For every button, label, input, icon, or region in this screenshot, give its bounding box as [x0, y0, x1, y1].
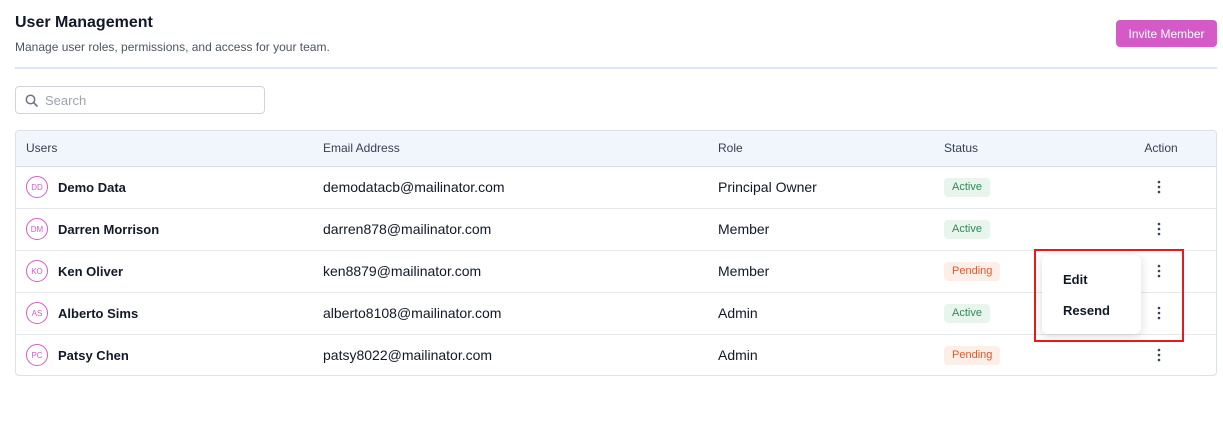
- avatar: AS: [26, 302, 48, 324]
- status-badge: Active: [944, 178, 990, 197]
- column-header-status: Status: [934, 131, 1104, 167]
- avatar: PC: [26, 344, 48, 367]
- highlight-annotation: [1034, 249, 1184, 342]
- avatar: DD: [26, 176, 48, 198]
- user-email: alberto8108@mailinator.com: [313, 291, 708, 334]
- status-badge: Active: [944, 304, 990, 323]
- user-role: Admin: [708, 291, 934, 334]
- avatar: KO: [26, 260, 48, 282]
- search-box[interactable]: [15, 86, 265, 114]
- user-name: Alberto Sims: [58, 305, 139, 321]
- avatar: DM: [26, 218, 48, 240]
- user-role: Member: [708, 207, 934, 250]
- status-badge: Pending: [944, 262, 1001, 281]
- page-subtitle: Manage user roles, permissions, and acce…: [15, 40, 330, 54]
- search-icon: [25, 93, 39, 107]
- more-vertical-icon[interactable]: [1149, 219, 1169, 239]
- user-name: Darren Morrison: [58, 221, 160, 237]
- table-row: DM Darren Morrison darren878@mailinator.c…: [16, 207, 1216, 250]
- more-vertical-icon[interactable]: [1149, 345, 1169, 365]
- user-name: Patsy Chen: [58, 347, 129, 363]
- header-divider: [15, 67, 1217, 69]
- status-badge: Pending: [944, 346, 1001, 366]
- user-role: Member: [708, 249, 934, 292]
- user-role: Admin: [708, 333, 934, 375]
- user-role: Principal Owner: [718, 179, 817, 195]
- column-header-action: Action: [1104, 131, 1216, 167]
- user-email: demodatacb@mailinator.com: [323, 179, 505, 195]
- table-row: DD Demo Data demodatacb@mailinator.com Pr…: [16, 166, 1216, 208]
- invite-member-button[interactable]: Invite Member: [1116, 20, 1217, 47]
- more-vertical-icon[interactable]: [1149, 177, 1169, 197]
- status-badge: Active: [944, 220, 990, 239]
- search-input[interactable]: [45, 92, 255, 108]
- user-email: ken8879@mailinator.com: [313, 249, 708, 292]
- column-header-role: Role: [708, 131, 934, 167]
- user-name: Demo Data: [58, 179, 126, 195]
- user-name: Ken Oliver: [58, 263, 124, 279]
- column-header-email: Email Address: [313, 131, 708, 167]
- page-header: User Management Manage user roles, permi…: [15, 12, 330, 55]
- page-title: User Management: [15, 14, 153, 31]
- user-email: patsy8022@mailinator.com: [313, 333, 708, 375]
- column-header-users: Users: [16, 131, 313, 167]
- user-email: darren878@mailinator.com: [313, 207, 708, 250]
- table-header-row: Users Email Address Role Status Action: [16, 131, 1216, 167]
